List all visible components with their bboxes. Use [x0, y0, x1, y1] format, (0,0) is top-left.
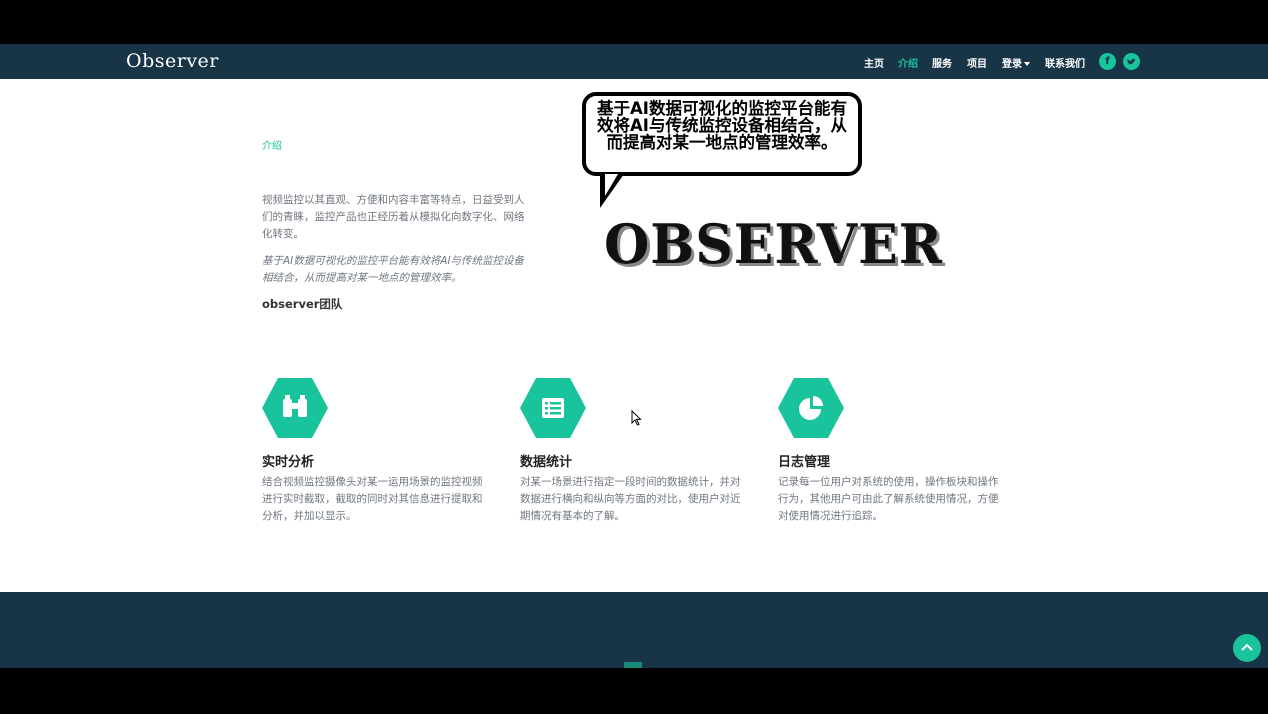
navbar: Observer 主页 介绍 服务 项目 登录 联系我们 f — [0, 44, 1268, 79]
feature-title-statistics: 数据统计 — [520, 455, 573, 470]
nav-intro[interactable]: 介绍 — [898, 55, 918, 70]
footer — [0, 592, 1268, 668]
feature-desc-realtime: 结合视频监控摄像头对某一运用场景的监控视频进行实时截取，截取的同时对其信息进行提… — [262, 476, 483, 522]
nav-contact[interactable]: 联系我们 — [1045, 55, 1085, 70]
intro-emphasis: 基于AI数据可视化的监控平台能有效将AI与传统监控设备相结合，从而提高对某一地点… — [262, 255, 525, 284]
pie-chart-icon — [778, 378, 844, 438]
observer-wordmark: OBSERVER — [604, 212, 943, 277]
nav-services[interactable]: 服务 — [932, 55, 952, 70]
chevron-up-icon — [1241, 643, 1253, 651]
feature-desc-logs: 记录每一位用户对系统的使用，操作板块和操作行为，其他用户可由此了解系统使用情况，… — [778, 476, 999, 522]
back-to-top-button[interactable] — [1233, 634, 1261, 662]
footer-heading-partial — [624, 662, 642, 668]
feature-desc-statistics: 对某一场景进行指定一段时间的数据统计，并对数据进行横向和纵向等方面的对比，使用户… — [520, 476, 741, 522]
nav-home[interactable]: 主页 — [864, 55, 884, 70]
feature-title-realtime: 实时分析 — [262, 455, 315, 470]
mouse-cursor-icon — [631, 410, 642, 426]
list-icon — [520, 378, 586, 438]
feature-title-logs: 日志管理 — [778, 455, 831, 470]
speech-bubble: 基于AI数据可视化的监控平台能有效将AI与传统监控设备相结合，从而提高对某一地点… — [582, 92, 862, 176]
nav-login-dropdown[interactable]: 登录 — [1002, 55, 1030, 70]
intro-paragraph: 视频监控以其直观、方便和内容丰富等特点，日益受到人们的青睐，监控产品也正经历着从… — [262, 194, 525, 240]
team-signature: observer团队 — [262, 297, 343, 311]
binoculars-icon — [262, 378, 328, 438]
facebook-icon[interactable]: f — [1099, 53, 1116, 70]
nav-projects[interactable]: 项目 — [967, 55, 987, 70]
caret-down-icon — [1024, 62, 1030, 66]
nav-login-label: 登录 — [1002, 59, 1022, 70]
twitter-icon[interactable] — [1123, 53, 1140, 70]
speech-bubble-tail — [600, 174, 624, 208]
intro-section-label: 介绍 — [262, 141, 282, 152]
browser-viewport: Observer 主页 介绍 服务 项目 登录 联系我们 f 介绍 视频监控以其… — [0, 44, 1268, 668]
brand-logo[interactable]: Observer — [126, 50, 219, 72]
